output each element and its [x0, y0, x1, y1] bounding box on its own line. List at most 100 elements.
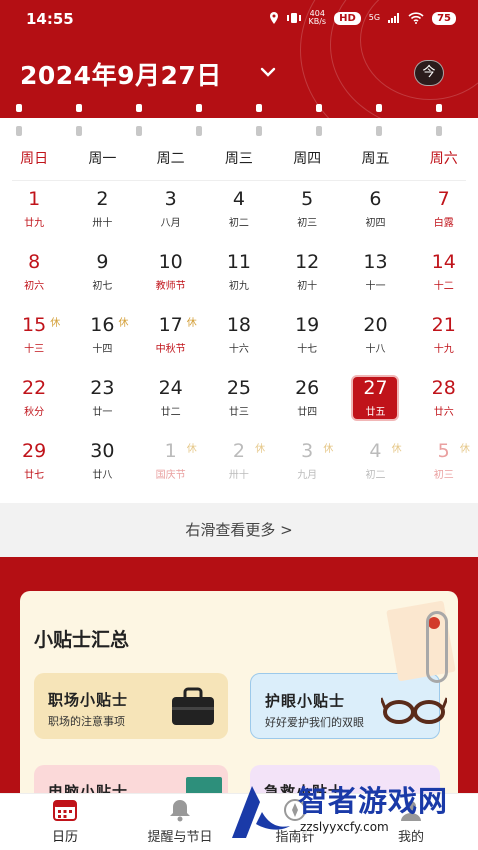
rest-badge: 休 [459, 444, 470, 455]
day-number: 10 [158, 251, 183, 273]
day-cell[interactable]: 1 廿九 [0, 184, 68, 247]
day-number: 5 [301, 188, 314, 210]
day-cell[interactable]: 11 初九 [205, 247, 273, 310]
net-speed: 404 KB/s [309, 10, 327, 26]
day-cell[interactable]: 14 十二 [410, 247, 478, 310]
calendar-icon [53, 800, 77, 821]
lunar-date: 十四 [92, 344, 113, 355]
day-cell[interactable]: 9 初七 [68, 247, 136, 310]
watermark: 智者游戏网 zzslyyxcfy.com [222, 778, 478, 850]
wifi-icon [408, 12, 424, 24]
lunar-date: 廿二 [160, 407, 181, 418]
day-cell[interactable]: 16 十四休 [68, 310, 136, 373]
day-cell[interactable]: 23 廿一 [68, 373, 136, 436]
lunar-date: 卅十 [92, 218, 113, 229]
lunar-date: 廿一 [92, 407, 113, 418]
festival-label: 中秋节 [155, 344, 186, 355]
day-cell[interactable]: 13 十一 [341, 247, 409, 310]
rest-badge: 休 [186, 318, 197, 329]
day-number: 27 [363, 377, 388, 399]
day-cell[interactable]: 25 廿三 [205, 373, 273, 436]
today-button[interactable]: 今 [414, 60, 444, 86]
day-cell[interactable]: 12 初十 [273, 247, 341, 310]
day-cell-next-month[interactable]: 3 九月休 [273, 436, 341, 499]
day-number: 6 [369, 188, 382, 210]
day-cell-next-month[interactable]: 1 国庆节休 [137, 436, 205, 499]
weekday-label: 周三 [224, 151, 253, 167]
lunar-date: 十二 [433, 281, 454, 292]
binder-ring [16, 104, 22, 138]
day-number: 28 [431, 377, 456, 399]
tip-title: 护眼小贴士 [265, 692, 346, 710]
day-cell[interactable]: 26 廿四 [273, 373, 341, 436]
day-cell[interactable]: 5 初三 [273, 184, 341, 247]
weekday-label: 周五 [361, 151, 390, 167]
day-cell[interactable]: 24 廿二 [137, 373, 205, 436]
day-cell[interactable]: 3 八月 [137, 184, 205, 247]
lunar-date: 十一 [365, 281, 386, 292]
lunar-date: 白露 [433, 218, 454, 229]
chevron-down-icon[interactable] [258, 62, 278, 82]
swipe-more-hint[interactable]: 右滑查看更多 > [0, 503, 478, 557]
day-number: 22 [22, 377, 47, 399]
day-cell-next-month[interactable]: 5 初三休 [410, 436, 478, 499]
lunar-date: 十七 [297, 344, 318, 355]
lunar-date: 廿六 [433, 407, 454, 418]
festival-label: 国庆节 [155, 470, 186, 481]
week-row: 15 十三休 16 十四休 17 中秋节休 18 十六 19 十七 20 十八 21 十九 [0, 310, 478, 373]
binder-rings [0, 104, 478, 142]
day-cell-next-month[interactable]: 2 卅十休 [205, 436, 273, 499]
rest-badge: 休 [323, 444, 334, 455]
day-cell[interactable]: 28 廿六 [410, 373, 478, 436]
weekday-label: 周日 [20, 151, 49, 167]
week-row: 8 初六 9 初七 10 教师节 11 初九 12 初十 13 十一 14 十二 [0, 247, 478, 310]
day-cell-today[interactable]: 27 廿五 [341, 373, 409, 436]
lunar-date: 十九 [433, 344, 454, 355]
day-number: 9 [96, 251, 109, 273]
week-row: 22 秋分 23 廿一 24 廿二 25 廿三 26 廿四 27 廿五 28 廿六 [0, 373, 478, 436]
tip-eye-card[interactable]: 护眼小贴士 好好爱护我们的双眼 [250, 673, 447, 739]
tips-section: 小贴士汇总 职场小贴士 职场的注意事项 护眼小贴士 好好爱护我们的双眼 电脑小贴… [0, 557, 478, 797]
day-cell[interactable]: 19 十七 [273, 310, 341, 373]
day-cell-next-month[interactable]: 4 初二休 [341, 436, 409, 499]
day-cell[interactable]: 15 十三休 [0, 310, 68, 373]
status-icons: 404 KB/s HD 5G 75 [269, 10, 456, 26]
day-number: 19 [295, 314, 320, 336]
paperclip-icon [426, 611, 448, 683]
vibrate-icon [286, 13, 301, 23]
day-cell[interactable]: 17 中秋节休 [137, 310, 205, 373]
lunar-date: 廿四 [297, 407, 318, 418]
day-cell[interactable]: 29 廿七 [0, 436, 68, 499]
nav-label: 日历 [51, 830, 78, 845]
binder-ring [436, 104, 442, 138]
divider [12, 180, 466, 181]
day-cell[interactable]: 18 十六 [205, 310, 273, 373]
lunar-date: 秋分 [24, 407, 45, 418]
lunar-date: 初三 [297, 218, 318, 229]
tip-subtitle: 好好爱护我们的双眼 [265, 716, 364, 729]
day-number: 11 [226, 251, 252, 273]
lunar-date: 廿五 [365, 407, 386, 418]
tip-work-card[interactable]: 职场小贴士 职场的注意事项 [34, 673, 228, 739]
day-cell[interactable]: 30 廿八 [68, 436, 136, 499]
day-number: 29 [22, 440, 47, 462]
hd-badge: HD [334, 11, 361, 25]
weekday-row: 周日 周一 周二 周三 周四 周五 周六 [0, 148, 478, 178]
day-cell[interactable]: 21 十九 [410, 310, 478, 373]
lunar-date: 初四 [365, 218, 386, 229]
current-date-title[interactable]: 2024年9月27日 [20, 56, 222, 92]
day-number: 8 [28, 251, 41, 273]
day-cell[interactable]: 8 初六 [0, 247, 68, 310]
day-cell[interactable]: 7 白露 [410, 184, 478, 247]
day-number: 12 [295, 251, 320, 273]
day-cell[interactable]: 10 教师节 [137, 247, 205, 310]
day-number: 7 [437, 188, 450, 210]
nav-calendar[interactable]: 日历 [10, 798, 120, 845]
day-number: 13 [363, 251, 388, 273]
day-cell[interactable]: 4 初二 [205, 184, 273, 247]
day-cell[interactable]: 6 初四 [341, 184, 409, 247]
day-cell[interactable]: 22 秋分 [0, 373, 68, 436]
nav-reminders[interactable]: 提醒与节日 [125, 798, 235, 845]
day-cell[interactable]: 2 卅十 [68, 184, 136, 247]
day-cell[interactable]: 20 十八 [341, 310, 409, 373]
